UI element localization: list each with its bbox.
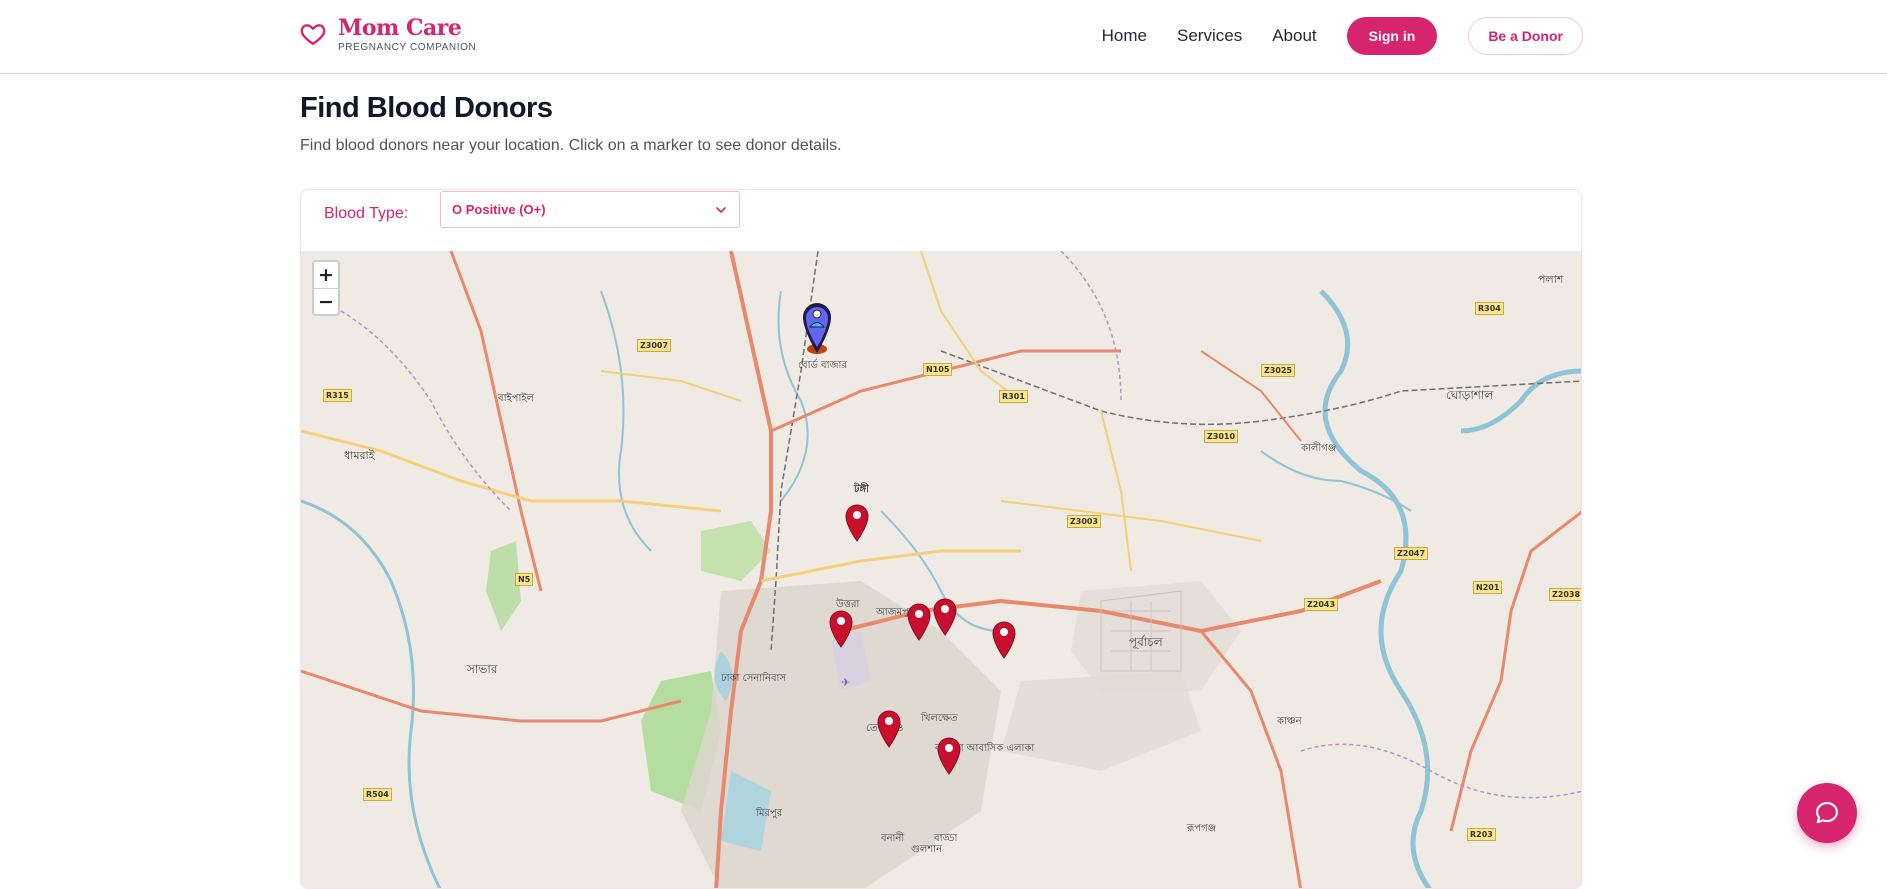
blood-type-label: Blood Type: — [324, 205, 409, 222]
road-shield: Z2043 — [1304, 598, 1339, 611]
donor-marker-icon[interactable] — [877, 710, 901, 748]
map-label-purbachal: পূর্বাচল — [1129, 635, 1163, 649]
map-label-mirpur: মিরপুর — [756, 808, 783, 819]
map-label-rupganj: রূপগঞ্জ — [1187, 823, 1217, 834]
map-label-baipail: বাইপাইল — [498, 393, 535, 404]
chat-button[interactable] — [1797, 783, 1857, 843]
zoom-in-button[interactable]: + — [314, 262, 338, 288]
map-label-palash: পলাশ — [1538, 273, 1564, 286]
road-shield: Z3025 — [1261, 364, 1296, 377]
road-shield: N201 — [1473, 581, 1503, 594]
map-label-kanchan: কাঞ্চন — [1277, 716, 1302, 727]
chevron-down-icon — [716, 207, 726, 213]
donor-map[interactable]: ✈ বোর্ড বাজার টঙ্গী উত্তরা আজমপুর সাভার … — [301, 251, 1581, 888]
page-subtitle: Find blood donors near your location. Cl… — [300, 137, 842, 154]
donor-marker-icon[interactable] — [845, 504, 869, 542]
map-label-gulshan: গুলশান — [911, 844, 943, 855]
road-shield: Z2038 — [1549, 588, 1581, 601]
map-label-banani: বনানী — [881, 833, 905, 844]
map-label-dhamrai: ধামরাই — [344, 449, 375, 462]
nav-home[interactable]: Home — [1102, 18, 1147, 54]
main-nav: Home Services About Sign in Be a Donor — [1102, 17, 1583, 55]
road-shield: N5 — [515, 573, 534, 586]
road-shield: R301 — [999, 390, 1028, 403]
brand-logo[interactable]: Mom Care PREGNANCY COMPANION — [300, 14, 476, 53]
heart-icon — [300, 24, 326, 45]
donor-marker-icon[interactable] — [829, 610, 853, 648]
donor-marker-icon[interactable] — [937, 737, 961, 775]
road-shield: R304 — [1475, 302, 1504, 315]
nav-services[interactable]: Services — [1177, 18, 1242, 54]
brand-name: Mom Care — [338, 15, 462, 41]
map-label-dhaka-cantonment: ঢাকা সেনানিবাস — [721, 673, 787, 684]
map-label-board-bazar: বোর্ড বাজার — [798, 360, 847, 371]
zoom-control: + − — [312, 260, 340, 316]
be-a-donor-button[interactable]: Be a Donor — [1468, 17, 1583, 55]
user-location-marker-icon[interactable] — [800, 299, 834, 355]
road-shield: R504 — [363, 788, 392, 801]
road-shield: Z2047 — [1394, 547, 1429, 560]
donor-finder-card: Blood Type: O Positive (O+) ✈ বোর্ড বাজা… — [300, 189, 1582, 889]
map-label-tongi: টঙ্গী — [854, 484, 869, 495]
signin-button[interactable]: Sign in — [1346, 17, 1438, 55]
filter-row: Blood Type: O Positive (O+) — [301, 190, 1581, 251]
road-shield: R315 — [323, 389, 352, 402]
road-shield: Z3007 — [637, 339, 672, 352]
map-tiles: ✈ — [301, 251, 1581, 888]
page-title: Find Blood Donors — [300, 92, 553, 124]
road-shield: N105 — [923, 363, 953, 376]
svg-text:✈: ✈ — [841, 676, 850, 689]
road-shield: Z3010 — [1204, 430, 1239, 443]
brand-tagline: PREGNANCY COMPANION — [338, 42, 477, 53]
road-shield: Z3003 — [1067, 515, 1102, 528]
site-header: Mom Care PREGNANCY COMPANION Home Servic… — [0, 0, 1887, 74]
zoom-out-button[interactable]: − — [314, 288, 338, 314]
blood-type-select[interactable]: O Positive (O+) — [440, 191, 740, 228]
donor-marker-icon[interactable] — [933, 598, 957, 636]
donor-marker-icon[interactable] — [907, 603, 931, 641]
road-shield: R203 — [1467, 828, 1496, 841]
chat-bubble-icon — [1816, 802, 1838, 824]
map-label-kaliganj: কালীগঞ্জ — [1301, 443, 1337, 454]
blood-type-value: O Positive (O+) — [452, 202, 546, 217]
nav-about[interactable]: About — [1272, 18, 1316, 54]
map-label-ghorashal: ঘোড়াশাল — [1446, 388, 1494, 402]
map-label-khilkhet: খিলক্ষেত — [921, 713, 958, 724]
donor-marker-icon[interactable] — [992, 621, 1016, 659]
map-label-savar: সাভার — [467, 662, 498, 676]
